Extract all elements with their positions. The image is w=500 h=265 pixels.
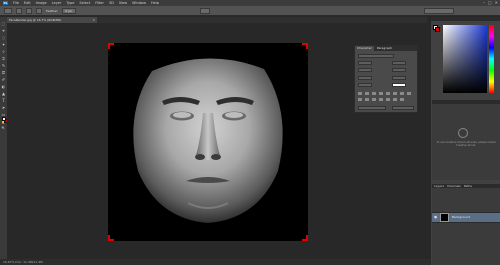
feather-input[interactable]: 0 px (62, 7, 77, 14)
font-family-select[interactable] (358, 54, 394, 58)
status-text: 16.67% Doc: 11.4M/11.4M (3, 260, 43, 264)
creative-cloud-icon (458, 128, 468, 138)
lasso-tool-icon[interactable]: ◌ (1, 35, 6, 40)
character-panel-tabs: Character Paragraph (355, 46, 417, 51)
layers-panel-tabs: Layers Channels Paths (432, 184, 500, 188)
eyedropper-tool-icon[interactable]: ⌗ (1, 56, 6, 61)
foreground-color-swatch[interactable] (2, 117, 6, 121)
magic-wand-tool-icon[interactable]: ✦ (1, 42, 6, 47)
leading-field[interactable] (392, 61, 406, 65)
crop-handle-top-right[interactable] (302, 43, 308, 49)
menu-layer[interactable]: Layer (52, 1, 62, 5)
marquee-tool-icon[interactable]: ⬚ (1, 21, 6, 26)
menu-file[interactable]: File (13, 1, 19, 5)
visibility-eye-icon[interactable]: ● (434, 215, 437, 219)
crop-handle-top-left[interactable] (108, 43, 114, 49)
status-bar: 16.67% Doc: 11.4M/11.4M (0, 259, 430, 265)
language-select[interactable] (358, 106, 386, 110)
stamp-tool-icon[interactable]: ⎚ (1, 70, 6, 75)
maximize-icon[interactable]: □ (488, 0, 492, 5)
select-and-mask-button[interactable] (200, 7, 211, 14)
character-panel: Character Paragraph (354, 45, 418, 113)
anti-alias-select[interactable] (392, 106, 414, 110)
vertical-scale-field[interactable] (358, 76, 372, 80)
document-canvas[interactable] (108, 43, 308, 241)
type-tool-icon[interactable]: T (1, 98, 6, 103)
add-selection-button[interactable] (26, 7, 32, 14)
text-color-swatch[interactable] (392, 83, 406, 87)
move-tool-icon[interactable]: ⌖ (1, 28, 6, 33)
color-panel-background[interactable] (435, 27, 440, 32)
brush-tool-icon[interactable]: ✎ (1, 63, 6, 68)
tab-paths[interactable]: Paths (464, 184, 472, 188)
layer-name[interactable]: Background (452, 215, 470, 219)
tool-preset-picker[interactable] (4, 7, 12, 14)
crop-handle-bottom-right[interactable] (302, 235, 308, 241)
tab-character[interactable]: Character (355, 46, 374, 51)
layer-thumbnail (440, 213, 449, 222)
tab-paragraph[interactable]: Paragraph (375, 46, 394, 51)
tracking-field[interactable] (392, 68, 406, 72)
options-bar: Feather: 0 px (0, 6, 500, 16)
document-tab-title: FaceRender.jpg @ 16.7% (RGB/8#) (9, 18, 62, 22)
horizontal-scale-field[interactable] (392, 76, 406, 80)
menu-image[interactable]: Image (36, 1, 47, 5)
workspace-switcher[interactable] (424, 7, 455, 14)
menu-3d[interactable]: 3D (109, 1, 114, 5)
menu-type[interactable]: Type (66, 1, 74, 5)
tab-layers[interactable]: Layers (434, 184, 444, 188)
crop-handle-bottom-left[interactable] (108, 235, 114, 241)
subtract-selection-button[interactable] (36, 7, 42, 14)
opentype-buttons (358, 98, 414, 101)
dodge-tool-icon[interactable]: ▲ (1, 91, 6, 96)
libraries-panel-tab-bar (432, 100, 500, 104)
libraries-panel (432, 100, 500, 180)
menu-filter[interactable]: Filter (95, 1, 104, 5)
libraries-message: To use Creative Cloud Libraries, please … (436, 141, 496, 148)
menu-window[interactable]: Window (132, 1, 146, 5)
baseline-shift-field[interactable] (358, 83, 372, 87)
gradient-tool-icon[interactable]: ◐ (1, 84, 6, 89)
zoom-tool-icon[interactable]: 🔍 (1, 126, 6, 131)
tab-channels[interactable]: Channels (447, 184, 461, 188)
color-picker-field[interactable] (443, 25, 487, 93)
crop-tool-icon[interactable]: ⊹ (1, 49, 6, 54)
new-selection-button[interactable] (16, 7, 22, 14)
face-render-image (133, 58, 283, 224)
layers-panel: Layers Channels Paths (432, 184, 500, 265)
eraser-tool-icon[interactable]: ✐ (1, 77, 6, 82)
kerning-field[interactable] (358, 68, 372, 72)
menu-help[interactable]: Help (151, 1, 159, 5)
minimize-icon[interactable]: – (483, 0, 485, 5)
photoshop-logo-icon: Ps (3, 1, 8, 5)
color-panel-tab-bar (431, 17, 500, 21)
window-controls: – □ ✕ (483, 0, 498, 5)
menu-view[interactable]: View (119, 1, 127, 5)
feather-label: Feather: (46, 8, 59, 13)
tools-panel: ⬚ ⌖ ◌ ✦ ⊹ ⌗ ✎ ⎚ ✐ ◐ ▲ T ➤ ▭ ✋ 🔍 (0, 17, 7, 265)
font-size-field[interactable] (358, 61, 372, 65)
close-icon[interactable]: ✕ (495, 0, 498, 5)
type-style-buttons (358, 92, 414, 95)
hue-slider[interactable] (489, 25, 494, 93)
menu-edit[interactable]: Edit (24, 1, 31, 5)
path-select-tool-icon[interactable]: ➤ (1, 105, 6, 110)
menu-select[interactable]: Select (79, 1, 90, 5)
